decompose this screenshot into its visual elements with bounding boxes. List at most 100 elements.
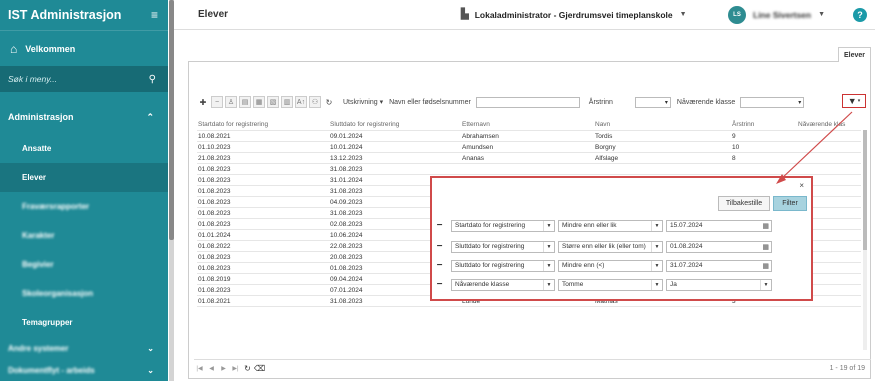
refresh-icon[interactable]: ↻: [242, 363, 253, 374]
first-page-icon[interactable]: |◀: [194, 363, 205, 374]
filter-field-select[interactable]: Sluttdato for registrering ▼: [451, 259, 555, 272]
year-label: Årstrinn: [588, 98, 613, 106]
table-cell: 13.12.2023: [330, 154, 363, 162]
remove-icon[interactable]: −: [211, 96, 223, 108]
tab-elever[interactable]: Elever: [838, 47, 871, 62]
sidebar-item-begivier[interactable]: Begivier: [0, 250, 168, 279]
person-icon[interactable]: ♙: [225, 96, 237, 108]
class-select[interactable]: ▾: [740, 96, 805, 108]
sidebar-item-frav-rsrapporter[interactable]: Fraværsrapporter: [0, 192, 168, 221]
apply-filter-button[interactable]: Filter: [773, 196, 807, 211]
clear-filter-icon[interactable]: ⌫: [254, 363, 265, 374]
filter-button[interactable]: ▼ ▾: [842, 94, 866, 108]
remove-filter-icon[interactable]: −: [435, 220, 444, 231]
sidebar-section-administration[interactable]: Administrasjon ⌃: [0, 100, 168, 134]
table-cell: 01.08.2023: [198, 264, 231, 272]
sort-icon[interactable]: A↑: [295, 96, 307, 108]
sidebar-scrollbar[interactable]: [169, 0, 174, 381]
sidebar-item-elever[interactable]: Elever: [0, 163, 168, 192]
table-cell: 01.08.2023: [198, 187, 231, 195]
chevron-down-icon: ▼: [543, 241, 554, 252]
last-page-icon[interactable]: ▶|: [230, 363, 241, 374]
filter-row: − Sluttdato for registrering ▼ Større enn e…: [435, 240, 775, 253]
filter-field-select[interactable]: Sluttdato for registrering ▼: [451, 240, 555, 253]
user-menu[interactable]: LS Line Sivertsen ▼: [728, 5, 826, 24]
remove-filter-icon[interactable]: −: [435, 241, 444, 252]
table-cell: 10: [732, 143, 740, 151]
column-header[interactable]: Årstrinn: [732, 121, 798, 128]
grid-header: Startdato for registrering Sluttdato for…: [197, 118, 861, 131]
list-icon[interactable]: ▥: [281, 96, 293, 108]
column-header[interactable]: Nåværende klas: [798, 121, 861, 128]
filter-field-select[interactable]: Startdato for registrering ▼: [451, 219, 555, 232]
remove-filter-icon[interactable]: −: [435, 260, 444, 271]
sidebar-item-karakter[interactable]: Karakter: [0, 221, 168, 250]
filter-value-date[interactable]: 15.07.2024 ▦: [666, 219, 772, 232]
reset-button[interactable]: Tilbakestille: [718, 196, 770, 211]
filter-field-select[interactable]: Nåværende klasse ▼: [451, 278, 555, 291]
chevron-down-icon: ▼: [543, 279, 554, 290]
column-header[interactable]: Startdato for registrering: [197, 121, 330, 128]
table-row[interactable]: 10.08.2021 09.01.2024 Abrahamsen Tordis 9: [197, 131, 861, 142]
table-cell: 01.08.2023: [198, 209, 231, 217]
grid-scrollbar[interactable]: [863, 130, 867, 350]
table-cell: Abrahamsen: [462, 132, 499, 140]
prev-page-icon[interactable]: ◀: [206, 363, 217, 374]
filter-value-date[interactable]: 01.08.2024 ▦: [666, 240, 772, 253]
table-cell: 10.01.2024: [330, 143, 363, 151]
year-select[interactable]: ▾: [634, 96, 671, 108]
table-cell: Borgny: [595, 143, 616, 151]
name-search-input[interactable]: [475, 96, 580, 108]
table-row[interactable]: 01.08.2023 31.08.2023: [197, 164, 861, 175]
next-page-icon[interactable]: ▶: [218, 363, 229, 374]
sidebar-item-ansatte[interactable]: Ansatte: [0, 134, 168, 163]
organization-selector[interactable]: ▙ Lokaladministrator - Gjerdrumsvei time…: [461, 9, 687, 20]
home-label: Velkommen: [25, 43, 76, 54]
table-row[interactable]: 21.08.2023 13.12.2023 Ananas Alfslage 8: [197, 153, 861, 164]
calendar-icon[interactable]: ▦: [762, 222, 769, 230]
app-title: IST Administrasjon: [8, 8, 122, 22]
group-icon[interactable]: ⚇: [309, 96, 321, 108]
sidebar-item-other-systems[interactable]: Andre systemer ⌄: [0, 337, 168, 359]
menu-toggle-icon[interactable]: ≡: [151, 8, 158, 22]
add-icon[interactable]: ✚: [197, 96, 209, 108]
column-header[interactable]: Etternavn: [462, 121, 595, 128]
chevron-down-icon: ▼: [818, 11, 826, 18]
filter-operator-select[interactable]: Større enn eller lik (eller tom) ▼: [558, 240, 663, 253]
help-icon[interactable]: ?: [853, 7, 867, 22]
filter-dialog: × Tilbakestille Filter − Startdato for re…: [430, 176, 813, 301]
table-row[interactable]: 01.10.2023 10.01.2024 Amundsen Borgny 10: [197, 142, 861, 153]
sidebar-item-home[interactable]: ⌂ Velkommen: [0, 30, 168, 66]
close-icon[interactable]: ×: [799, 181, 804, 190]
table-cell: 01.08.2023: [198, 253, 231, 261]
search-icon[interactable]: ⚲: [149, 74, 156, 85]
table-cell: 01.01.2024: [198, 231, 231, 239]
print-menu[interactable]: Utskrivning ▾: [343, 98, 383, 106]
chevron-down-icon: ▼: [760, 279, 771, 290]
sidebar-item-temagrupper[interactable]: Temagrupper: [0, 308, 168, 337]
filter-value-date[interactable]: 31.07.2024 ▦: [666, 259, 772, 272]
search-input[interactable]: Søk i meny...: [8, 74, 57, 84]
sidebar-search[interactable]: Søk i meny... ⚲: [0, 66, 168, 92]
filter-row: − Nåværende klasse ▼ Tomme ▼ Ja ▼: [435, 278, 775, 291]
table-cell: 31.08.2023: [330, 165, 363, 173]
filter-operator-select[interactable]: Tomme ▼: [558, 278, 663, 291]
calendar-icon[interactable]: ▦: [762, 243, 769, 251]
filter-operator-select[interactable]: Mindre enn (<) ▼: [558, 259, 663, 272]
table-cell: 8: [732, 154, 736, 162]
filter-value-select[interactable]: Ja ▼: [666, 278, 772, 291]
column-header[interactable]: Sluttdato for registrering: [330, 121, 462, 128]
column-header[interactable]: Navn: [595, 121, 732, 128]
remove-filter-icon[interactable]: −: [435, 279, 444, 290]
class-label: Nåværende klasse: [676, 98, 736, 106]
calendar-icon[interactable]: ▦: [762, 262, 769, 270]
filter-operator-select[interactable]: Mindre enn eller lik ▼: [558, 219, 663, 232]
copy-icon[interactable]: ▦: [253, 96, 265, 108]
sidebar-item-skoleorganisasjon[interactable]: Skoleorganisasjon: [0, 279, 168, 308]
export-icon[interactable]: ▧: [267, 96, 279, 108]
chevron-down-icon: ▼: [679, 11, 687, 18]
sidebar-item-document-flow[interactable]: Dokumentflyt - arbeids ⌄: [0, 359, 168, 381]
page-info: 1 - 19 of 19: [829, 365, 865, 372]
refresh-icon[interactable]: ↻: [323, 96, 335, 108]
document-icon[interactable]: ▤: [239, 96, 251, 108]
